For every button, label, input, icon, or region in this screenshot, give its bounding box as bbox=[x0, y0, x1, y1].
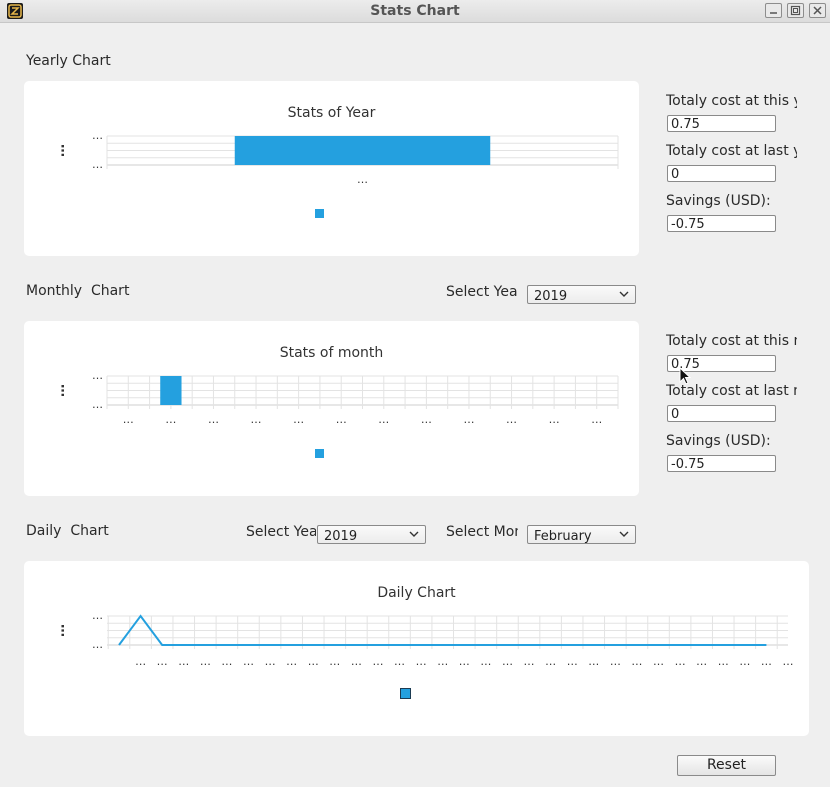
daily-xtick: … bbox=[502, 655, 513, 668]
daily-legend-marker bbox=[400, 688, 411, 699]
daily-xtick: … bbox=[480, 655, 491, 668]
daily-xtick: … bbox=[416, 655, 427, 668]
yearly-savings-label: Savings (USD): bbox=[666, 193, 771, 209]
minimize-button[interactable] bbox=[765, 3, 782, 18]
monthly-year-select[interactable]: 2019 bbox=[527, 285, 636, 304]
monthly-bar bbox=[160, 376, 182, 405]
monthly-xtick: … bbox=[378, 413, 389, 426]
daily-month-value: February bbox=[534, 529, 592, 544]
yearly-this-cost-field[interactable]: 0.75 bbox=[667, 115, 776, 132]
daily-xtick: … bbox=[308, 655, 319, 668]
daily-xtick: … bbox=[329, 655, 340, 668]
chevron-down-icon bbox=[619, 531, 629, 537]
chevron-down-icon bbox=[619, 291, 629, 297]
daily-xtick: … bbox=[610, 655, 621, 668]
daily-ytick: … bbox=[92, 609, 103, 622]
monthly-xtick: … bbox=[165, 413, 176, 426]
yearly-bar bbox=[234, 136, 491, 165]
yearly-savings-field[interactable]: -0.75 bbox=[667, 215, 776, 232]
daily-xtick: … bbox=[394, 655, 405, 668]
monthly-y-axis-label: … bbox=[53, 384, 68, 397]
daily-select-year-label: Select Year bbox=[246, 524, 316, 540]
monthly-xtick: … bbox=[208, 413, 219, 426]
daily-xtick: … bbox=[524, 655, 535, 668]
monthly-chart-panel: Stats of month ……………………………………… bbox=[24, 321, 639, 496]
daily-xtick: … bbox=[739, 655, 750, 668]
daily-xtick: … bbox=[718, 655, 729, 668]
daily-xtick: … bbox=[567, 655, 578, 668]
reset-button[interactable]: Reset bbox=[677, 755, 776, 776]
daily-ytick: … bbox=[92, 638, 103, 651]
daily-xtick: … bbox=[783, 655, 794, 668]
yearly-y-axis-label: … bbox=[53, 144, 68, 157]
yearly-chart: … … … … bbox=[53, 129, 619, 218]
daily-xtick: … bbox=[178, 655, 189, 668]
chevron-down-icon bbox=[409, 531, 419, 537]
yearly-last-cost-label: Totaly cost at last year: bbox=[666, 143, 797, 159]
monthly-xtick: … bbox=[336, 413, 347, 426]
daily-month-select[interactable]: February bbox=[527, 525, 636, 544]
daily-year-value: 2019 bbox=[324, 529, 358, 544]
monthly-select-year-label: Select Year bbox=[446, 284, 518, 300]
yearly-this-cost-label: Totaly cost at this year: bbox=[666, 93, 797, 109]
close-button[interactable] bbox=[809, 3, 826, 18]
daily-xtick: … bbox=[351, 655, 362, 668]
monthly-xtick: … bbox=[293, 413, 304, 426]
daily-xtick: … bbox=[157, 655, 168, 668]
monthly-xtick: … bbox=[591, 413, 602, 426]
monthly-section-label: Monthly Chart bbox=[26, 283, 130, 299]
monthly-xtick: … bbox=[506, 413, 517, 426]
daily-xtick: … bbox=[221, 655, 232, 668]
daily-section-label: Daily Chart bbox=[26, 523, 109, 539]
monthly-xtick: … bbox=[251, 413, 262, 426]
monthly-year-value: 2019 bbox=[534, 289, 568, 304]
daily-xtick: … bbox=[135, 655, 146, 668]
monthly-xtick: … bbox=[549, 413, 560, 426]
yearly-ytick: … bbox=[92, 129, 103, 142]
monthly-ytick: … bbox=[92, 398, 103, 411]
yearly-chart-panel: Stats of Year ………… bbox=[24, 81, 639, 256]
monthly-last-cost-field[interactable]: 0 bbox=[667, 405, 776, 422]
daily-xtick: … bbox=[696, 655, 707, 668]
monthly-ytick: … bbox=[92, 369, 103, 382]
maximize-button[interactable] bbox=[787, 3, 804, 18]
daily-year-select[interactable]: 2019 bbox=[317, 525, 426, 544]
yearly-xtick: … bbox=[357, 173, 368, 186]
monthly-xtick: … bbox=[123, 413, 134, 426]
daily-xtick: … bbox=[459, 655, 470, 668]
daily-xtick: … bbox=[761, 655, 772, 668]
yearly-section-label: Yearly Chart bbox=[26, 53, 111, 69]
monthly-this-cost-label: Totaly cost at this month: bbox=[666, 333, 797, 349]
window-titlebar[interactable]: Stats Chart bbox=[0, 0, 830, 23]
daily-xtick: … bbox=[588, 655, 599, 668]
yearly-legend-marker bbox=[315, 209, 324, 218]
daily-select-month-label: Select Month bbox=[446, 524, 518, 540]
window-title: Stats Chart bbox=[370, 3, 460, 19]
daily-xtick: … bbox=[545, 655, 556, 668]
daily-xtick: … bbox=[675, 655, 686, 668]
monthly-legend-marker bbox=[315, 449, 324, 458]
daily-xtick: … bbox=[243, 655, 254, 668]
daily-xtick: … bbox=[200, 655, 211, 668]
daily-xtick: … bbox=[631, 655, 642, 668]
daily-chart-panel: Daily Chart …………………………………………………………………………… bbox=[24, 561, 809, 736]
monthly-xtick: … bbox=[463, 413, 474, 426]
yearly-last-cost-field[interactable]: 0 bbox=[667, 165, 776, 182]
daily-xtick: … bbox=[372, 655, 383, 668]
daily-xtick: … bbox=[653, 655, 664, 668]
daily-chart: … … … … … … … … … … … … … … … … … … … … … … … … … … … … … … … … … … bbox=[53, 609, 794, 699]
daily-xtick: … bbox=[265, 655, 276, 668]
mouse-cursor-icon bbox=[679, 367, 692, 385]
daily-y-axis-label: … bbox=[53, 624, 68, 637]
yearly-ytick: … bbox=[92, 158, 103, 171]
daily-xtick: … bbox=[437, 655, 448, 668]
monthly-savings-field[interactable]: -0.75 bbox=[667, 455, 776, 472]
daily-xtick: … bbox=[286, 655, 297, 668]
monthly-chart: … … … … … … … … … … … … … … … bbox=[53, 369, 619, 458]
monthly-savings-label: Savings (USD): bbox=[666, 433, 771, 449]
monthly-xtick: … bbox=[421, 413, 432, 426]
